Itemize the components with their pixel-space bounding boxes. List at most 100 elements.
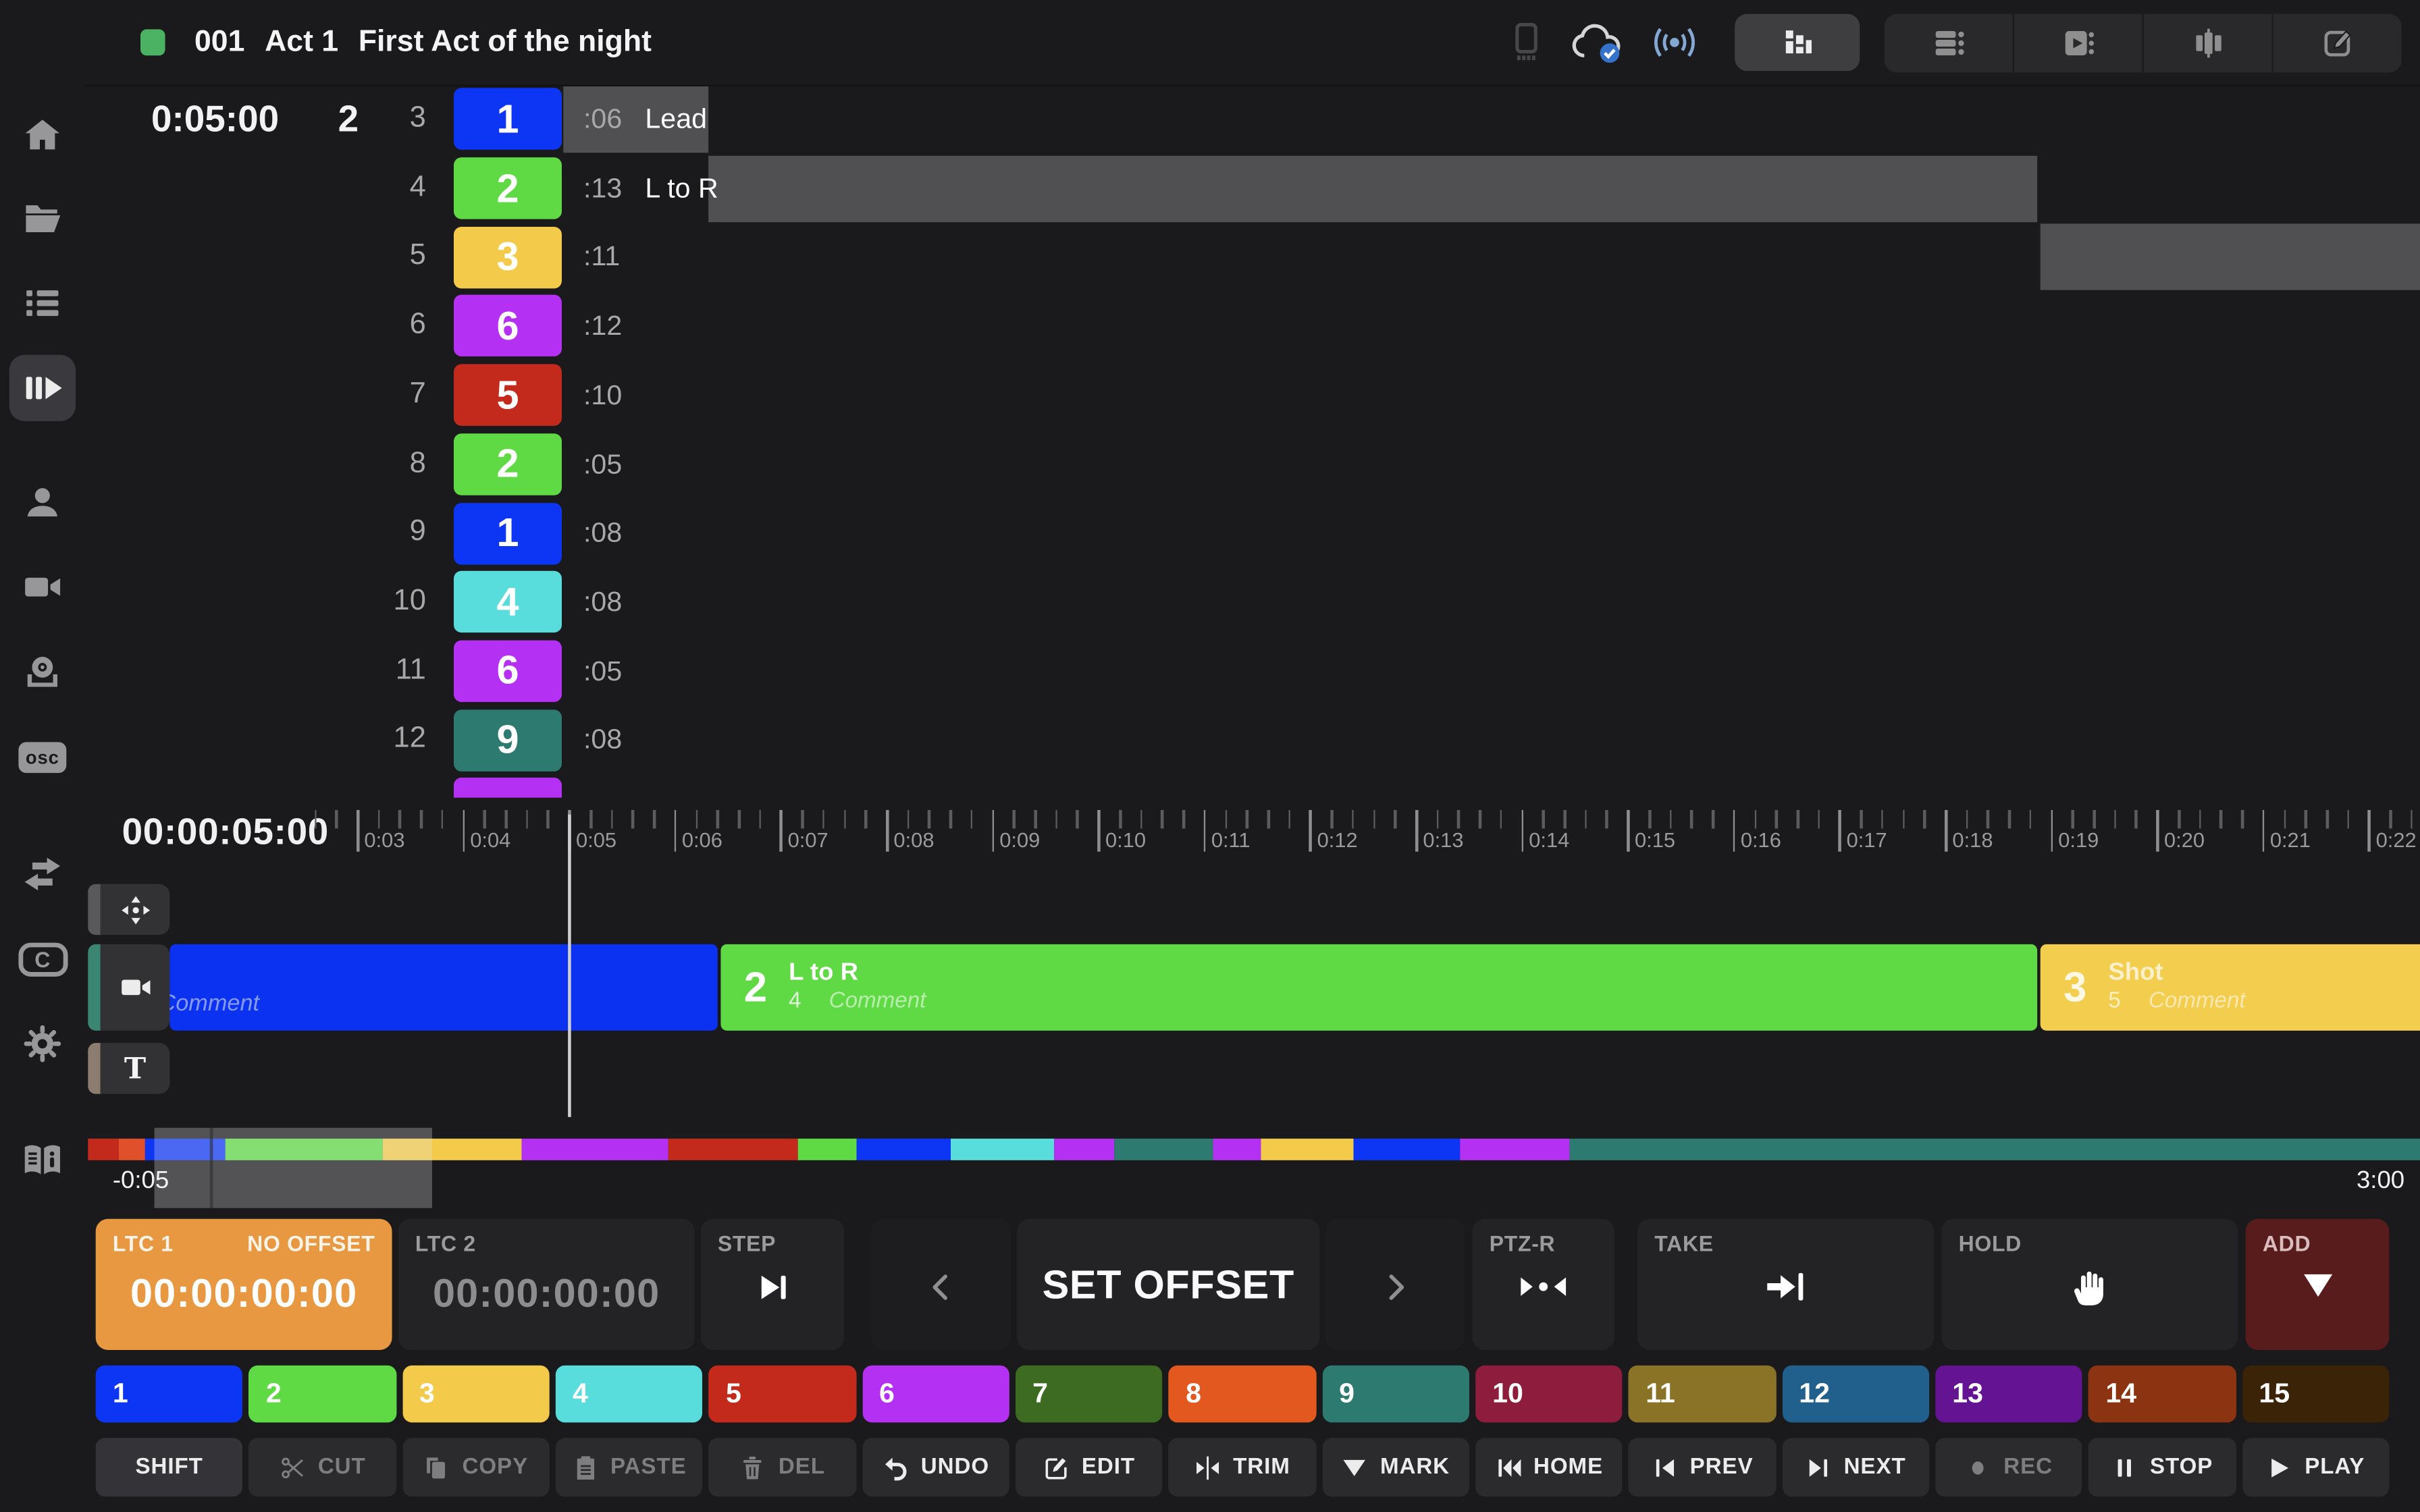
sidebar-item-companion[interactable]: C bbox=[9, 925, 76, 992]
cue-row-7[interactable]: 75:10 bbox=[88, 360, 2420, 429]
offset-decrease-button[interactable] bbox=[872, 1219, 1011, 1350]
camera-button-13[interactable]: 13 bbox=[1935, 1366, 2082, 1423]
hold-button[interactable]: HOLD bbox=[1941, 1219, 2238, 1350]
sidebar-item-manual[interactable] bbox=[9, 1127, 76, 1193]
step-button[interactable]: STEP bbox=[701, 1219, 845, 1350]
camera-button-4[interactable]: 4 bbox=[556, 1366, 703, 1423]
cut-button[interactable]: CUT bbox=[249, 1438, 396, 1496]
camera-button-14[interactable]: 14 bbox=[2088, 1366, 2236, 1423]
stop-icon bbox=[2111, 1454, 2138, 1480]
sidebar-item-osc[interactable]: osc bbox=[9, 724, 76, 790]
next-button[interactable]: NEXT bbox=[1782, 1438, 1929, 1496]
undo-button[interactable]: UNDO bbox=[862, 1438, 1009, 1496]
ptz-recall-button[interactable]: PTZ-R bbox=[1473, 1219, 1614, 1350]
cue-camera-badge[interactable]: 2 bbox=[454, 433, 562, 495]
ruler-minor-tick bbox=[2411, 810, 2413, 828]
move-track-header[interactable] bbox=[101, 884, 170, 935]
trim-button[interactable]: TRIM bbox=[1169, 1438, 1316, 1496]
timeline-minimap[interactable]: -0:05 3:00 bbox=[88, 1128, 2420, 1208]
show-number: 001 bbox=[194, 25, 244, 61]
camera-button-10[interactable]: 10 bbox=[1475, 1366, 1623, 1423]
camera-button-5[interactable]: 5 bbox=[709, 1366, 856, 1423]
camera-button-9[interactable]: 9 bbox=[1322, 1366, 1469, 1423]
cue-camera-badge[interactable]: 9 bbox=[454, 709, 562, 771]
mark-button[interactable]: MARK bbox=[1322, 1438, 1469, 1496]
take-button[interactable]: TAKE bbox=[1637, 1219, 1934, 1350]
timeline-ruler[interactable]: 00:00:05:00 0:030:040:050:060:070:080:09… bbox=[88, 798, 2420, 864]
ltc2-button[interactable]: LTC 2 00:00:00:00 bbox=[398, 1219, 695, 1350]
camera-button-8[interactable]: 8 bbox=[1169, 1366, 1316, 1423]
cue-camera-badge[interactable]: 1 bbox=[454, 88, 562, 150]
home-icon bbox=[22, 114, 63, 156]
rec-button[interactable]: REC bbox=[1935, 1438, 2082, 1496]
stop-button[interactable]: STOP bbox=[2088, 1438, 2236, 1496]
tab-mixer-view[interactable] bbox=[2142, 14, 2272, 73]
copy-button[interactable]: COPY bbox=[402, 1438, 550, 1496]
cue-camera-badge[interactable]: 2 bbox=[454, 157, 562, 219]
action-label: PREV bbox=[1690, 1455, 1754, 1480]
sidebar-item-settings[interactable] bbox=[9, 1010, 76, 1077]
home-button[interactable]: HOME bbox=[1475, 1438, 1623, 1496]
cue-row-11[interactable]: 116:05 bbox=[88, 637, 2420, 705]
timeline-clip-Shot[interactable]: 3Shot5Comment bbox=[2041, 944, 2420, 1031]
device-icon[interactable] bbox=[1508, 22, 1545, 63]
cue-camera-badge[interactable]: 3 bbox=[454, 227, 562, 288]
camera-button-11[interactable]: 11 bbox=[1629, 1366, 1776, 1423]
offset-increase-button[interactable] bbox=[1325, 1219, 1465, 1350]
cue-row-10[interactable]: 104:08 bbox=[88, 568, 2420, 637]
camera-button-3[interactable]: 3 bbox=[402, 1366, 550, 1423]
camera-button-15[interactable]: 15 bbox=[2242, 1366, 2389, 1423]
shift-button[interactable]: SHIFT bbox=[96, 1438, 243, 1496]
tab-edit-view[interactable] bbox=[2272, 14, 2402, 73]
cue-row-9[interactable]: 91:08 bbox=[88, 499, 2420, 568]
sidebar-item-player[interactable] bbox=[9, 355, 76, 421]
broadcast-icon[interactable] bbox=[1650, 22, 1699, 63]
prev-button[interactable]: PREV bbox=[1629, 1438, 1776, 1496]
cue-row-8[interactable]: 82:05 bbox=[88, 430, 2420, 499]
ruler-minor-tick bbox=[716, 810, 719, 828]
camera-button-2[interactable]: 2 bbox=[249, 1366, 396, 1423]
sidebar-item-ptz[interactable] bbox=[9, 639, 76, 705]
camera-track-header[interactable] bbox=[101, 944, 170, 1031]
ltc1-button[interactable]: LTC 1 NO OFFSET 00:00:00:00 bbox=[96, 1219, 392, 1350]
minimap-strip bbox=[88, 1139, 2420, 1160]
cue-camera-badge[interactable]: 6 bbox=[454, 641, 562, 702]
text-track-header[interactable]: T bbox=[101, 1043, 170, 1094]
tab-list-view[interactable] bbox=[1885, 14, 2013, 73]
cue-row-6[interactable]: 66:12 bbox=[88, 292, 2420, 360]
cue-row-3[interactable]: 31:06Lead bbox=[88, 85, 2420, 154]
paste-button[interactable]: PASTE bbox=[556, 1438, 703, 1496]
minimap-viewport[interactable] bbox=[155, 1128, 432, 1208]
ruler-tick-label: 0:11 bbox=[1211, 828, 1251, 851]
tab-player-view[interactable] bbox=[2013, 14, 2142, 73]
set-offset-button[interactable]: SET OFFSET bbox=[1017, 1219, 1319, 1350]
cue-camera-badge[interactable]: 1 bbox=[454, 502, 562, 564]
playhead[interactable] bbox=[568, 815, 571, 1117]
del-button[interactable]: DEL bbox=[709, 1438, 856, 1496]
camera-button-12[interactable]: 12 bbox=[1782, 1366, 1929, 1423]
add-button[interactable]: ADD bbox=[2246, 1219, 2390, 1350]
camera-button-6[interactable]: 6 bbox=[862, 1366, 1009, 1423]
camera-button-1[interactable]: 1 bbox=[96, 1366, 243, 1423]
sidebar-item-cameras[interactable] bbox=[9, 554, 76, 620]
timeline-clip-L to R[interactable]: 2L to R4Comment bbox=[720, 944, 2037, 1031]
cue-row-12[interactable]: 129:08 bbox=[88, 705, 2420, 774]
sidebar-item-home[interactable] bbox=[9, 102, 76, 168]
cue-row-5[interactable]: 53:11 bbox=[88, 223, 2420, 292]
sidebar-item-transfer[interactable] bbox=[9, 841, 76, 907]
projects-icon bbox=[22, 198, 63, 240]
edit-button[interactable]: EDIT bbox=[1016, 1438, 1163, 1496]
play-button[interactable]: PLAY bbox=[2242, 1438, 2389, 1496]
sidebar-item-projects[interactable] bbox=[9, 185, 76, 251]
cue-row-4[interactable]: 42:13L to R bbox=[88, 154, 2420, 223]
cue-camera-badge[interactable]: 4 bbox=[454, 571, 562, 632]
sidebar-item-users[interactable] bbox=[9, 469, 76, 535]
sidebar-item-cue-list[interactable] bbox=[9, 270, 76, 336]
timeline-clip-partial[interactable]: Comment bbox=[169, 944, 717, 1031]
camera-button-row: 123456789101112131415 bbox=[96, 1366, 2390, 1423]
cloud-sync-icon[interactable] bbox=[1570, 22, 1625, 65]
cue-camera-badge[interactable]: 5 bbox=[454, 364, 562, 426]
cue-camera-badge[interactable]: 6 bbox=[454, 296, 562, 357]
tab-timeline-view[interactable] bbox=[1735, 14, 1860, 72]
camera-button-7[interactable]: 7 bbox=[1016, 1366, 1163, 1423]
